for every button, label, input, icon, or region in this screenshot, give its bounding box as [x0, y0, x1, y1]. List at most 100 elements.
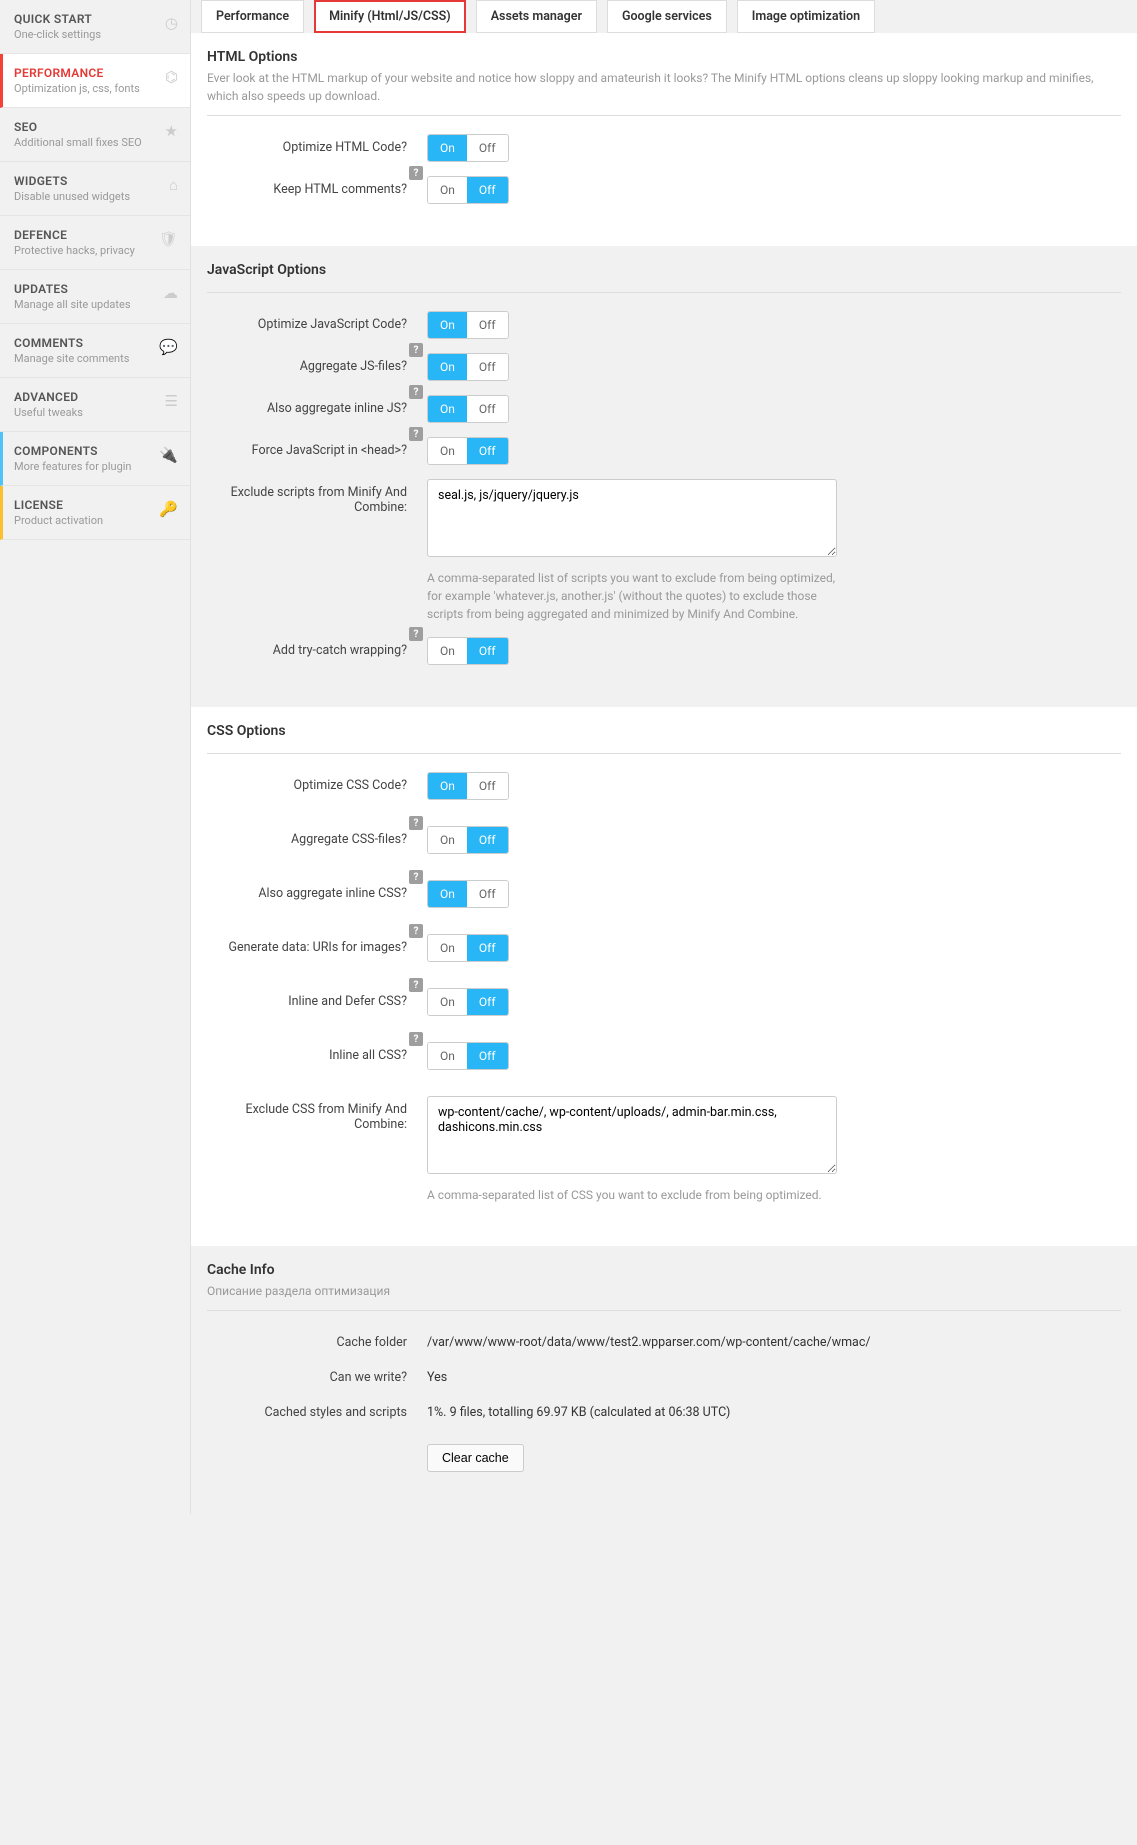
- toggle-on[interactable]: On: [428, 312, 467, 338]
- sidebar-item-defence[interactable]: DEFENCEProtective hacks, privacy🛡: [0, 216, 190, 270]
- toggle[interactable]: OnOff: [427, 934, 509, 962]
- option-label: Also aggregate inline CSS??: [207, 880, 427, 901]
- sidebar-item-license[interactable]: LICENSEProduct activation🔑: [0, 486, 190, 540]
- help-icon[interactable]: ?: [409, 870, 423, 884]
- option-label: Optimize CSS Code?: [207, 772, 427, 793]
- toggle-off[interactable]: Off: [467, 396, 508, 422]
- toggle-off[interactable]: Off: [467, 881, 508, 907]
- help-icon[interactable]: ?: [409, 816, 423, 830]
- sidebar: QUICK STARTOne-click settings◷PERFORMANC…: [0, 0, 190, 1514]
- sidebar-item-title: WIDGETS: [14, 174, 176, 188]
- help-icon[interactable]: ?: [409, 166, 423, 180]
- info-label: Can we write?: [207, 1364, 427, 1385]
- sidebar-item-subtitle: More features for plugin: [14, 460, 176, 473]
- sidebar-item-subtitle: Manage all site updates: [14, 298, 176, 311]
- toggle-off[interactable]: Off: [467, 438, 508, 464]
- toggle-off[interactable]: Off: [467, 1043, 508, 1069]
- toggle-off[interactable]: Off: [467, 312, 508, 338]
- exclude-scripts-input[interactable]: [427, 479, 837, 557]
- toggle-on[interactable]: On: [428, 773, 467, 799]
- help-icon[interactable]: ?: [409, 343, 423, 357]
- help-icon[interactable]: ?: [409, 924, 423, 938]
- toggle-on[interactable]: On: [428, 438, 467, 464]
- sidebar-item-subtitle: Disable unused widgets: [14, 190, 176, 203]
- sidebar-item-components[interactable]: COMPONENTSMore features for plugin🔌: [0, 432, 190, 486]
- toggle-on[interactable]: On: [428, 989, 467, 1015]
- section-title: HTML Options: [207, 49, 1121, 65]
- tab-image-optimization[interactable]: Image optimization: [737, 0, 875, 33]
- toggle-on[interactable]: On: [428, 177, 467, 203]
- option-label: Aggregate CSS-files??: [207, 826, 427, 847]
- main-content: Performance Minify (Html/JS/CSS) Assets ma…: [190, 0, 1137, 1514]
- toggle-on[interactable]: On: [428, 354, 467, 380]
- help-icon[interactable]: ?: [409, 427, 423, 441]
- sidebar-item-comments[interactable]: COMMENTSManage site comments💬: [0, 324, 190, 378]
- sidebar-item-icon: ☁: [163, 284, 178, 302]
- section-title: CSS Options: [207, 723, 1121, 739]
- info-label: Cached styles and scripts: [207, 1399, 427, 1420]
- toggle-off[interactable]: Off: [467, 935, 508, 961]
- help-icon[interactable]: ?: [409, 385, 423, 399]
- sidebar-item-icon: ☰: [165, 392, 178, 410]
- clear-cache-button[interactable]: Clear cache: [427, 1444, 524, 1472]
- tab-performance[interactable]: Performance: [201, 0, 304, 33]
- toggle[interactable]: OnOff: [427, 772, 509, 800]
- sidebar-item-seo[interactable]: SEOAdditional small fixes SEO★: [0, 108, 190, 162]
- toggle-on[interactable]: On: [428, 881, 467, 907]
- sidebar-item-title: SEO: [14, 120, 176, 134]
- toggle[interactable]: OnOff: [427, 988, 509, 1016]
- sidebar-item-quick-start[interactable]: QUICK STARTOne-click settings◷: [0, 0, 190, 54]
- toggle-off[interactable]: Off: [467, 773, 508, 799]
- sidebar-item-subtitle: Product activation: [14, 514, 176, 527]
- option-label: Aggregate JS-files??: [207, 353, 427, 374]
- tab-google-services[interactable]: Google services: [607, 0, 727, 33]
- toggle[interactable]: OnOff: [427, 880, 509, 908]
- sidebar-item-icon: 🛡: [159, 230, 178, 248]
- toggle-on[interactable]: On: [428, 935, 467, 961]
- tabs-nav: Performance Minify (Html/JS/CSS) Assets ma…: [191, 0, 1137, 33]
- toggle[interactable]: OnOff: [427, 395, 509, 423]
- toggle-on[interactable]: On: [428, 1043, 467, 1069]
- section-title: JavaScript Options: [207, 262, 1121, 278]
- sidebar-item-updates[interactable]: UPDATESManage all site updates☁: [0, 270, 190, 324]
- toggle-off[interactable]: Off: [467, 989, 508, 1015]
- sidebar-item-title: QUICK START: [14, 12, 176, 26]
- toggle[interactable]: OnOff: [427, 353, 509, 381]
- tab-minify-html-js-css-[interactable]: Minify (Html/JS/CSS): [314, 0, 466, 33]
- section-title: Cache Info: [207, 1262, 1121, 1278]
- sidebar-item-advanced[interactable]: ADVANCEDUseful tweaks☰: [0, 378, 190, 432]
- sidebar-item-subtitle: Protective hacks, privacy: [14, 244, 176, 257]
- toggle[interactable]: OnOff: [427, 826, 509, 854]
- sidebar-item-subtitle: One-click settings: [14, 28, 176, 41]
- toggle[interactable]: OnOff: [427, 637, 509, 665]
- option-label: Inline and Defer CSS??: [207, 988, 427, 1009]
- toggle[interactable]: OnOff: [427, 134, 509, 162]
- info-value: /var/www/www-root/data/www/test2.wpparse…: [427, 1329, 1121, 1350]
- sidebar-item-widgets[interactable]: WIDGETSDisable unused widgets⌂: [0, 162, 190, 216]
- toggle-on[interactable]: On: [428, 396, 467, 422]
- toggle-off[interactable]: Off: [467, 354, 508, 380]
- toggle-on[interactable]: On: [428, 827, 467, 853]
- tab-assets-manager[interactable]: Assets manager: [476, 0, 597, 33]
- help-icon[interactable]: ?: [409, 1032, 423, 1046]
- sidebar-item-icon: ⌬: [165, 68, 178, 86]
- sidebar-item-subtitle: Useful tweaks: [14, 406, 176, 419]
- toggle-off[interactable]: Off: [467, 638, 508, 664]
- toggle[interactable]: OnOff: [427, 1042, 509, 1070]
- sidebar-item-performance[interactable]: PERFORMANCEOptimization js, css, fonts⌬: [0, 54, 190, 108]
- sidebar-item-icon: 🔑: [159, 500, 178, 518]
- option-label: Generate data: URIs for images??: [207, 934, 427, 955]
- toggle[interactable]: OnOff: [427, 311, 509, 339]
- toggle-off[interactable]: Off: [467, 827, 508, 853]
- sidebar-item-icon: 💬: [159, 338, 178, 356]
- help-icon[interactable]: ?: [409, 978, 423, 992]
- toggle[interactable]: OnOff: [427, 176, 509, 204]
- help-icon[interactable]: ?: [409, 627, 423, 641]
- option-label: Keep HTML comments??: [207, 176, 427, 197]
- toggle-on[interactable]: On: [428, 638, 467, 664]
- exclude-css-input[interactable]: [427, 1096, 837, 1174]
- toggle[interactable]: OnOff: [427, 437, 509, 465]
- toggle-on[interactable]: On: [428, 135, 467, 161]
- toggle-off[interactable]: Off: [467, 177, 508, 203]
- toggle-off[interactable]: Off: [467, 135, 508, 161]
